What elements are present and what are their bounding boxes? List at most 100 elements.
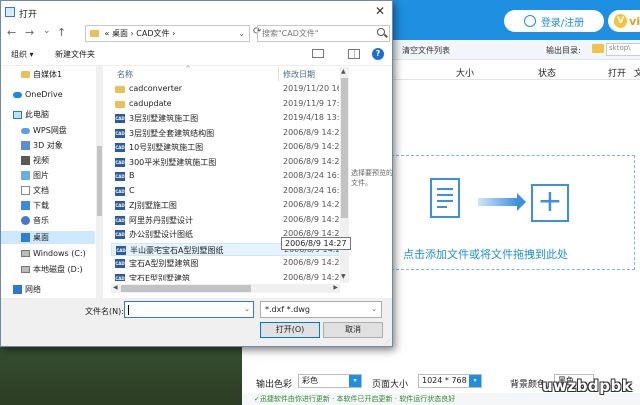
plus-icon[interactable]: +: [531, 184, 569, 222]
col-name[interactable]: 名称: [117, 69, 133, 80]
file-date: 2008/3/24 16:: [283, 171, 339, 180]
file-row[interactable]: CAD C 2008/3/24 16:: [111, 185, 339, 198]
resize-grip-icon[interactable]: ⋰: [384, 339, 390, 346]
cad-file-icon: CAD: [115, 143, 125, 152]
file-row[interactable]: CAD B 2008/3/24 16:: [111, 170, 339, 183]
scroll-left-icon[interactable]: ◀: [113, 284, 118, 291]
tree-item-videos[interactable]: 视频: [21, 154, 49, 167]
drop-hint[interactable]: 点击添加文件或将文件拖拽到此处: [403, 246, 568, 262]
file-name: cadconverter: [129, 84, 183, 93]
tree-item-network[interactable]: 网络: [13, 283, 41, 296]
cloud-drive-icon: [21, 127, 30, 134]
output-dir-input[interactable]: sktop\: [606, 43, 640, 56]
file-row[interactable]: CAD 300平米别墅建筑施工图 2006/8/9 14:2: [111, 156, 339, 169]
file-row[interactable]: cadupdate 2019/11/9 17:: [111, 98, 339, 111]
download-icon: [21, 201, 30, 210]
scroll-down-icon[interactable]: ▼: [341, 273, 346, 280]
tree-item-media[interactable]: 自媒体1: [21, 68, 62, 81]
tree-item-onedrive[interactable]: OneDrive: [13, 88, 63, 101]
cad-file-icon: CAD: [115, 259, 125, 268]
preview-pane-icon[interactable]: [348, 49, 360, 59]
file-row[interactable]: CAD ZJ别墅施工图 2006/8/9 14:2: [111, 199, 339, 212]
file-list-scrollbar[interactable]: ▲ ▼: [340, 67, 349, 283]
tree-item-music[interactable]: 音乐: [21, 214, 49, 227]
breadcrumb-sep[interactable]: ›: [131, 29, 134, 38]
tree-item-this-pc[interactable]: 此电脑: [13, 108, 49, 121]
view-options-icon[interactable]: [312, 49, 324, 58]
scroll-right-icon[interactable]: ▶: [333, 284, 338, 291]
clear-list-button[interactable]: 清空文件列表: [402, 45, 450, 56]
breadcrumb-overflow[interactable]: «: [105, 29, 110, 38]
tree-item-desktop[interactable]: 桌面: [1, 231, 95, 244]
file-date: 2006/8/9 14:2: [283, 127, 339, 137]
tree-scrollbar[interactable]: [96, 66, 103, 298]
tree-label: 图片: [33, 171, 49, 180]
chevron-down-icon[interactable]: ⌄: [238, 26, 245, 41]
breadcrumb-cad-folder[interactable]: CAD文件: [136, 29, 169, 38]
drive-icon: [21, 250, 30, 257]
tree-label: OneDrive: [25, 90, 63, 99]
column-divider[interactable]: [278, 67, 279, 81]
tree-item-documents[interactable]: 文档: [21, 184, 49, 197]
tree-label: 本地磁盘 (D:): [33, 265, 83, 274]
tree-item-pictures[interactable]: 图片: [21, 169, 49, 182]
file-row[interactable]: CAD 3层别墅全套建筑结构图 2006/8/9 14:2: [111, 127, 339, 140]
col-modified[interactable]: 修改日期: [283, 69, 315, 80]
scroll-thumb[interactable]: [121, 285, 251, 292]
cancel-button[interactable]: 取消: [323, 322, 383, 338]
up-arrow-icon[interactable]: ↑: [57, 26, 66, 39]
file-row[interactable]: CAD 宝石E型别墅建筑 2006/8/9 14:2: [111, 272, 339, 281]
scroll-thumb[interactable]: [341, 78, 348, 218]
tree-item-wps[interactable]: WPS网盘: [21, 124, 67, 137]
tree-label: 下载: [33, 201, 49, 210]
nav-tree: 自媒体1 OneDrive 此电脑 WPS网盘 3D 对象 视频 图片 文档 下…: [1, 66, 103, 298]
file-name: 阿里苏丹别墅设计: [129, 215, 193, 225]
file-date: 2006/8/9 14:2: [283, 142, 339, 151]
back-arrow-icon[interactable]: ←: [7, 26, 16, 39]
search-input[interactable]: 搜索"CAD文件": [257, 25, 390, 42]
vip-button[interactable]: V vip: [608, 10, 640, 32]
page-size-select[interactable]: 1024 * 768 ▾: [418, 374, 482, 388]
video-icon: [21, 156, 30, 165]
tree-item-3d[interactable]: 3D 对象: [21, 139, 63, 152]
vip-badge-icon: V: [614, 14, 628, 28]
tree-item-drive-d[interactable]: 本地磁盘 (D:): [21, 263, 83, 276]
login-button[interactable]: 登录/注册: [504, 10, 604, 32]
scroll-up-icon[interactable]: ▲: [341, 68, 346, 75]
file-row[interactable]: cadconverter 2019/11/20 16: [111, 83, 339, 96]
file-row[interactable]: CAD 10号别墅建筑施工图 2006/8/9 14:2: [111, 141, 339, 154]
open-button[interactable]: 打开(O): [260, 322, 320, 338]
cad-file-icon: CAD: [115, 114, 125, 123]
close-icon[interactable]: ✕: [375, 4, 385, 18]
forward-arrow-icon[interactable]: →: [25, 26, 34, 39]
color-select[interactable]: 彩色 ▾: [298, 374, 362, 388]
organize-button[interactable]: 组织 ▾: [11, 49, 34, 60]
breadcrumb-desktop[interactable]: 桌面: [112, 29, 128, 38]
tree-label: 文档: [33, 186, 49, 195]
recent-chevron-icon[interactable]: ⌄: [43, 26, 51, 36]
file-row[interactable]: CAD 3层别墅建筑施工图 2019/4/18 13:: [111, 112, 339, 125]
tree-item-drive-c[interactable]: Windows (C:): [21, 247, 86, 260]
folder-icon[interactable]: [592, 44, 604, 53]
file-row[interactable]: CAD 阿里苏丹别墅设计 2006/8/9 14:2: [111, 214, 339, 227]
tree-label: 音乐: [33, 216, 49, 225]
tree-item-downloads[interactable]: 下载: [21, 199, 49, 212]
color-label: 输出色彩: [256, 380, 293, 390]
folder-icon: [115, 100, 125, 108]
cloud-icon: [13, 91, 22, 98]
file-name: ZJ别墅施工图: [129, 201, 177, 210]
vip-label: vip: [629, 14, 640, 28]
scroll-thumb[interactable]: [97, 146, 102, 216]
filetype-value: *.dxf *.dwg: [265, 305, 310, 314]
address-bar[interactable]: « 桌面 › CAD文件 › ⌄: [85, 25, 250, 42]
file-list-hscrollbar[interactable]: ◀ ▶: [111, 284, 340, 293]
filetype-select[interactable]: *.dxf *.dwg ⌄: [260, 301, 382, 318]
file-row[interactable]: CAD 宝石A型别墅建筑图 2006/8/9 14:2: [111, 257, 339, 270]
new-folder-button[interactable]: 新建文件夹: [55, 49, 95, 60]
chevron-down-icon[interactable]: ⌄: [244, 305, 250, 313]
help-icon[interactable]: ?: [372, 48, 384, 60]
filename-input[interactable]: ⌄: [124, 301, 254, 318]
file-name: cadupdate: [129, 98, 172, 108]
breadcrumb-sep[interactable]: ›: [172, 29, 175, 38]
color-value: 彩色: [302, 376, 318, 385]
